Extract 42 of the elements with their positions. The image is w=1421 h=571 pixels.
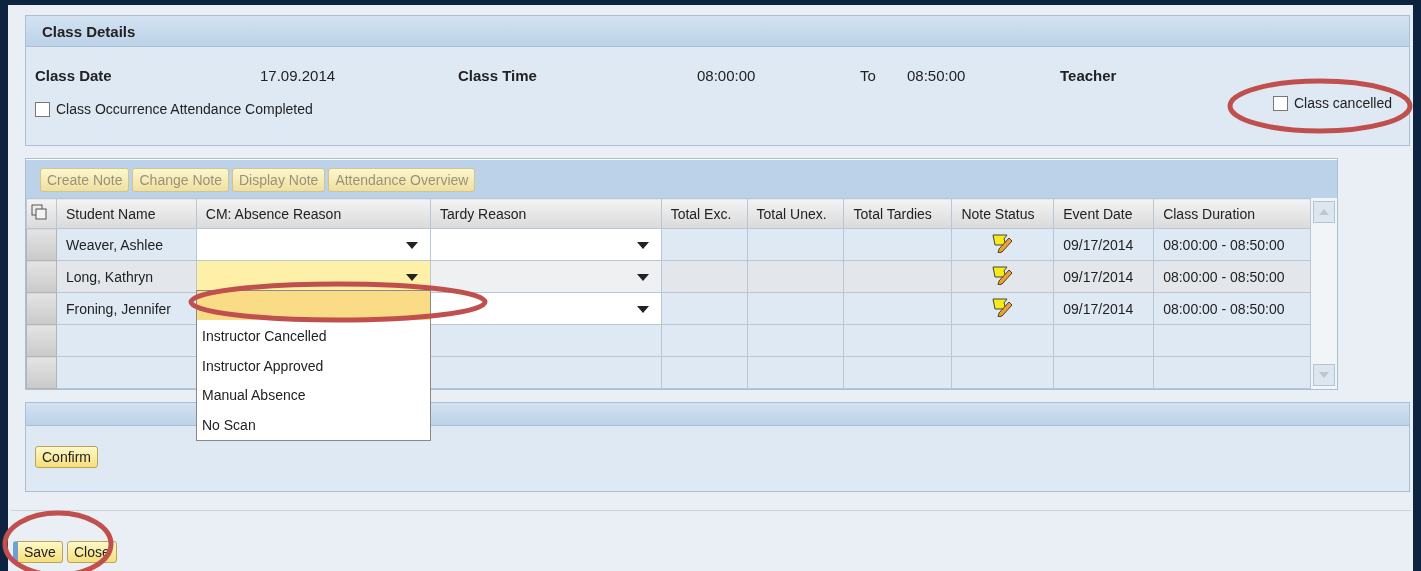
start-time: 08:00:00 bbox=[697, 66, 756, 84]
note-pencil-icon bbox=[990, 265, 1015, 285]
column-header: CM: Absence Reason bbox=[196, 198, 431, 229]
checkbox[interactable] bbox=[1272, 95, 1288, 111]
column-settings-icon[interactable] bbox=[31, 204, 47, 220]
confirm-button[interactable]: Confirm bbox=[35, 446, 98, 468]
checkbox-label: Class cancelled bbox=[1293, 95, 1392, 111]
footer-button[interactable]: Save bbox=[13, 541, 63, 563]
end-time: 08:50:00 bbox=[907, 66, 966, 84]
event-date-cell: 09/17/2014 bbox=[1053, 260, 1154, 293]
tardy-reason-dropdown[interactable] bbox=[430, 260, 662, 293]
column-header: Total Tardies bbox=[844, 198, 952, 229]
note-pencil-icon bbox=[990, 297, 1015, 317]
student-name-cell: Weaver, Ashlee bbox=[56, 228, 197, 261]
class-date: 17.09.2014 bbox=[260, 66, 336, 84]
column-header: Event Date bbox=[1053, 198, 1154, 229]
field-label: Teacher bbox=[1060, 66, 1117, 84]
student-name-cell: Froning, Jennifer bbox=[56, 292, 197, 325]
field-label: Class Date bbox=[35, 66, 112, 84]
column-header: Class Duration bbox=[1153, 198, 1311, 229]
field-label: To bbox=[860, 66, 876, 84]
dropdown-caret-icon[interactable] bbox=[405, 242, 418, 249]
dropdown-caret-icon[interactable] bbox=[636, 242, 649, 249]
checkbox[interactable] bbox=[35, 101, 50, 117]
note-pencil-icon bbox=[990, 233, 1015, 253]
column-header: Student Name bbox=[56, 198, 197, 229]
class-duration-cell: 08:00:00 - 08:50:00 bbox=[1153, 260, 1311, 293]
field-label: Class Time bbox=[458, 66, 537, 84]
column-header: Total Exc. bbox=[661, 198, 748, 229]
event-date-cell: 09/17/2014 bbox=[1053, 292, 1154, 325]
dropdown-caret-icon[interactable] bbox=[405, 274, 418, 281]
column-header: Note Status bbox=[951, 198, 1054, 229]
dropdown-caret-icon[interactable] bbox=[636, 274, 649, 281]
event-date-cell: 09/17/2014 bbox=[1053, 228, 1154, 261]
class-duration-cell: 08:00:00 - 08:50:00 bbox=[1153, 228, 1311, 261]
column-header: Tardy Reason bbox=[430, 198, 662, 229]
column-header: Total Unex. bbox=[747, 198, 844, 229]
student-name-cell: Long, Kathryn bbox=[56, 260, 197, 293]
dropdown-caret-icon[interactable] bbox=[636, 306, 649, 313]
class-duration-cell: 08:00:00 - 08:50:00 bbox=[1153, 292, 1311, 325]
panel-title: Class Details bbox=[26, 16, 1409, 47]
checkbox-label: Class Occurrence Attendance Completed bbox=[56, 101, 313, 117]
